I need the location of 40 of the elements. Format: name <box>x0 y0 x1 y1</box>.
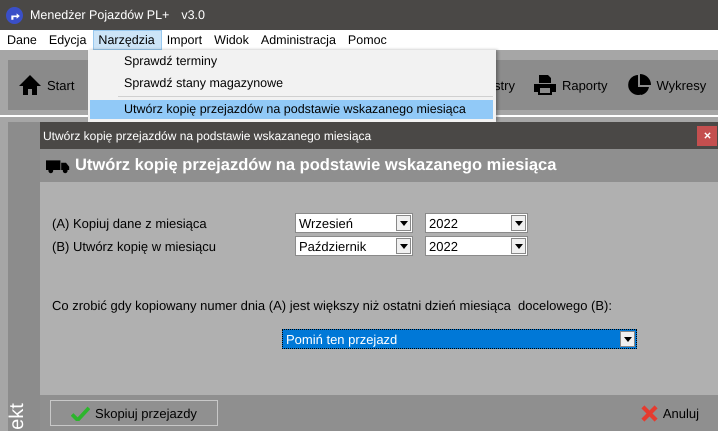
month-dropdown[interactable]: Wrzesień <box>295 213 413 233</box>
dropdown-arrow-icon <box>400 244 408 248</box>
menu-item[interactable]: Edycja <box>44 30 94 50</box>
dialog-title: Utwórz kopię przejazdów na podstawie wskazanego miesiąca <box>43 128 372 142</box>
dropdown-arrow-icon <box>514 244 522 248</box>
toolbar-button[interactable]: Wykresy <box>617 60 716 110</box>
close-icon <box>640 404 658 422</box>
action-dropdown[interactable]: Pomiń ten przejazd <box>282 329 637 349</box>
toolbar-button[interactable]: Raporty <box>522 60 618 110</box>
field-label: (B) Utwórz kopię w miesiącu <box>52 238 217 254</box>
month-dropdown[interactable]: Październik <box>295 236 413 256</box>
dialog-heading: Utwórz kopię przejazdów na podstawie wskazanego miesiąca <box>75 156 556 175</box>
pie-chart-icon <box>627 73 652 97</box>
cancel-button[interactable]: Anuluj <box>634 400 705 426</box>
menu-item[interactable]: Import <box>162 30 210 50</box>
year-dropdown[interactable]: 2022 <box>425 236 528 256</box>
dropdown-item[interactable]: Sprawdź stany magazynowe <box>90 74 493 93</box>
dropdown-item[interactable]: Utwórz kopię przejazdów na podstawie wskazanego miesiąca <box>90 100 493 119</box>
close-button[interactable] <box>697 126 717 146</box>
app-logo-icon <box>6 6 23 24</box>
copy-button[interactable]: Skopiuj przejazdy <box>50 400 218 426</box>
dropdown-arrow-icon <box>624 336 632 342</box>
window-title: Menedżer Pojazdów PL+ <box>30 8 170 22</box>
year-dropdown[interactable]: 2022 <box>425 213 528 233</box>
truck-icon <box>46 158 70 174</box>
check-icon <box>71 406 90 420</box>
menu-item[interactable]: Administracja <box>256 30 343 50</box>
home-icon <box>18 73 42 97</box>
dropdown-arrow-icon <box>514 220 522 226</box>
close-icon <box>704 132 710 139</box>
menu-item[interactable]: Pomoc <box>342 30 394 50</box>
version-label: v3.0 <box>181 8 205 22</box>
dropdown-arrow-icon <box>400 220 408 226</box>
dropdown-item[interactable]: Sprawdź terminy <box>90 52 493 71</box>
printer-icon <box>532 73 557 97</box>
field-label: (A) Kopiuj dane z miesiąca <box>52 216 208 230</box>
menu-item[interactable]: Widok <box>209 30 256 50</box>
menu-item[interactable]: Narzędzia <box>93 30 162 50</box>
question-text: Co zrobić gdy kopiowany numer dnia (A) jest większy niż ostatni dzień miesiąca docelowego (B): <box>52 298 613 313</box>
menu-item[interactable]: Dane <box>2 30 44 50</box>
